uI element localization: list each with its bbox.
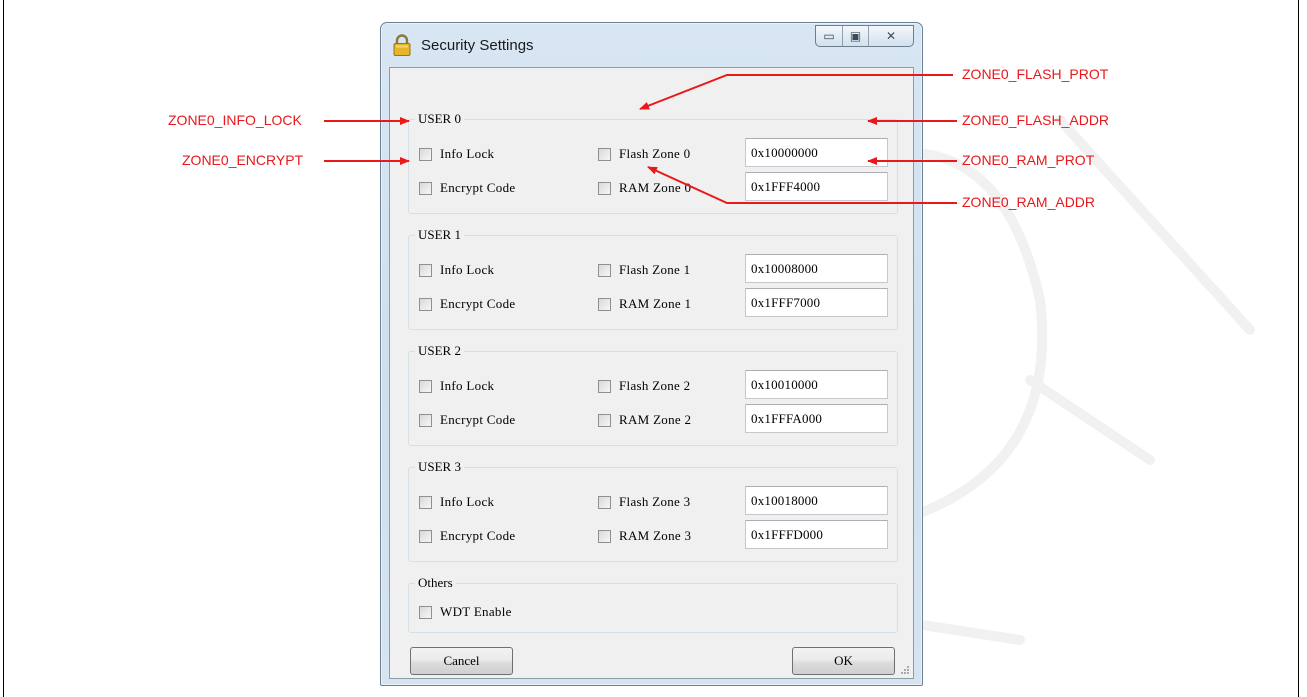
title-bar[interactable]: Security Settings ▭ ▣ ✕ — [381, 23, 922, 67]
info-lock-checkbox[interactable]: Info Lock — [419, 146, 494, 162]
checkbox-label: RAM Zone 3 — [619, 528, 692, 543]
zone0-ram-addr-label: ZONE0_RAM_ADDR — [962, 194, 1096, 210]
ok-button[interactable]: OK — [792, 647, 895, 675]
user-2-group: USER 2 Info Lock Flash Zone 2 0x10010000… — [408, 343, 898, 446]
zone0-info-lock-label: ZONE0_INFO_LOCK — [168, 112, 302, 128]
checkbox-label: Encrypt Code — [440, 180, 516, 195]
checkbox-box[interactable] — [598, 297, 611, 311]
group-title: USER 1 — [415, 227, 464, 243]
checkbox-box[interactable] — [419, 181, 432, 195]
checkbox-box[interactable] — [419, 147, 432, 161]
encrypt-code-checkbox[interactable]: Encrypt Code — [419, 528, 515, 544]
resize-grip-icon[interactable] — [898, 663, 910, 675]
checkbox-box[interactable] — [419, 413, 432, 427]
dialog-body: USER 0 Info Lock Flash Zone 0 0x10000000… — [389, 67, 914, 679]
zone0-flash-prot-label: ZONE0_FLASH_PROT — [962, 66, 1109, 82]
checkbox-box[interactable] — [598, 529, 611, 543]
flash-address-input[interactable]: 0x10018000 — [745, 486, 888, 515]
checkbox-box[interactable] — [598, 147, 611, 161]
ram-address-input[interactable]: 0x1FFF7000 — [745, 288, 888, 317]
zone0-flash-addr-label: ZONE0_FLASH_ADDR — [962, 112, 1110, 128]
checkbox-label: Flash Zone 0 — [619, 146, 691, 161]
checkbox-label: Info Lock — [440, 494, 495, 509]
ram-zone-checkbox[interactable]: RAM Zone 0 — [598, 180, 691, 196]
wdt-enable-checkbox[interactable]: WDT Enable — [419, 604, 512, 620]
ram-zone-checkbox[interactable]: RAM Zone 3 — [598, 528, 691, 544]
minimize-icon: ▭ — [823, 29, 835, 43]
checkbox-label: Flash Zone 2 — [619, 378, 691, 393]
flash-address-input[interactable]: 0x10010000 — [745, 370, 888, 399]
encrypt-code-checkbox[interactable]: Encrypt Code — [419, 296, 515, 312]
close-button[interactable]: ✕ — [869, 26, 913, 46]
checkbox-box[interactable] — [598, 413, 611, 427]
checkbox-label: Encrypt Code — [440, 528, 516, 543]
checkbox-box[interactable] — [419, 605, 432, 619]
info-lock-checkbox[interactable]: Info Lock — [419, 378, 494, 394]
flash-address-input[interactable]: 0x10000000 — [745, 138, 888, 167]
ram-address-input[interactable]: 0x1FFF4000 — [745, 172, 888, 201]
checkbox-box[interactable] — [598, 263, 611, 277]
info-lock-checkbox[interactable]: Info Lock — [419, 262, 494, 278]
checkbox-label: Info Lock — [440, 146, 495, 161]
checkbox-label: Encrypt Code — [440, 412, 516, 427]
flash-address-input[interactable]: 0x10008000 — [745, 254, 888, 283]
checkbox-box[interactable] — [419, 529, 432, 543]
encrypt-code-checkbox[interactable]: Encrypt Code — [419, 180, 515, 196]
checkbox-label: Flash Zone 3 — [619, 494, 691, 509]
others-group: Others WDT Enable — [408, 575, 898, 633]
checkbox-box[interactable] — [598, 495, 611, 509]
zone0-ram-prot-label: ZONE0_RAM_PROT — [962, 152, 1095, 168]
checkbox-box[interactable] — [419, 379, 432, 393]
flash-zone-checkbox[interactable]: Flash Zone 2 — [598, 378, 690, 394]
encrypt-code-checkbox[interactable]: Encrypt Code — [419, 412, 515, 428]
ram-address-input[interactable]: 0x1FFFA000 — [745, 404, 888, 433]
maximize-icon: ▣ — [849, 29, 862, 43]
ram-zone-checkbox[interactable]: RAM Zone 1 — [598, 296, 691, 312]
user-0-group: USER 0 Info Lock Flash Zone 0 0x10000000… — [408, 111, 898, 214]
checkbox-label: RAM Zone 1 — [619, 296, 692, 311]
checkbox-label: RAM Zone 2 — [619, 412, 692, 427]
checkbox-box[interactable] — [598, 181, 611, 195]
info-lock-checkbox[interactable]: Info Lock — [419, 494, 494, 510]
padlock-icon — [393, 34, 411, 56]
checkbox-label: RAM Zone 0 — [619, 180, 692, 195]
checkbox-box[interactable] — [419, 495, 432, 509]
group-title: USER 0 — [415, 111, 464, 127]
window-controls: ▭ ▣ ✕ — [815, 25, 914, 47]
flash-zone-checkbox[interactable]: Flash Zone 1 — [598, 262, 690, 278]
cancel-button[interactable]: Cancel — [410, 647, 513, 675]
flash-zone-checkbox[interactable]: Flash Zone 3 — [598, 494, 690, 510]
group-title: Others — [415, 575, 456, 591]
checkbox-label: Info Lock — [440, 262, 495, 277]
minimize-button[interactable]: ▭ — [816, 26, 843, 46]
checkbox-label: WDT Enable — [440, 604, 512, 619]
checkbox-label: Flash Zone 1 — [619, 262, 691, 277]
user-3-group: USER 3 Info Lock Flash Zone 3 0x10018000… — [408, 459, 898, 562]
ram-zone-checkbox[interactable]: RAM Zone 2 — [598, 412, 691, 428]
checkbox-label: Encrypt Code — [440, 296, 516, 311]
security-settings-window: Security Settings ▭ ▣ ✕ USER 0 Info Lock… — [380, 22, 923, 686]
checkbox-label: Info Lock — [440, 378, 495, 393]
ram-address-input[interactable]: 0x1FFFD000 — [745, 520, 888, 549]
group-title: USER 2 — [415, 343, 464, 359]
window-title: Security Settings — [421, 37, 534, 54]
close-icon: ✕ — [885, 29, 897, 43]
checkbox-box[interactable] — [419, 263, 432, 277]
user-1-group: USER 1 Info Lock Flash Zone 1 0x10008000… — [408, 227, 898, 330]
zone0-encrypt-label: ZONE0_ENCRYPT — [182, 152, 304, 168]
flash-zone-checkbox[interactable]: Flash Zone 0 — [598, 146, 690, 162]
maximize-button[interactable]: ▣ — [843, 26, 869, 46]
checkbox-box[interactable] — [598, 379, 611, 393]
group-title: USER 3 — [415, 459, 464, 475]
checkbox-box[interactable] — [419, 297, 432, 311]
